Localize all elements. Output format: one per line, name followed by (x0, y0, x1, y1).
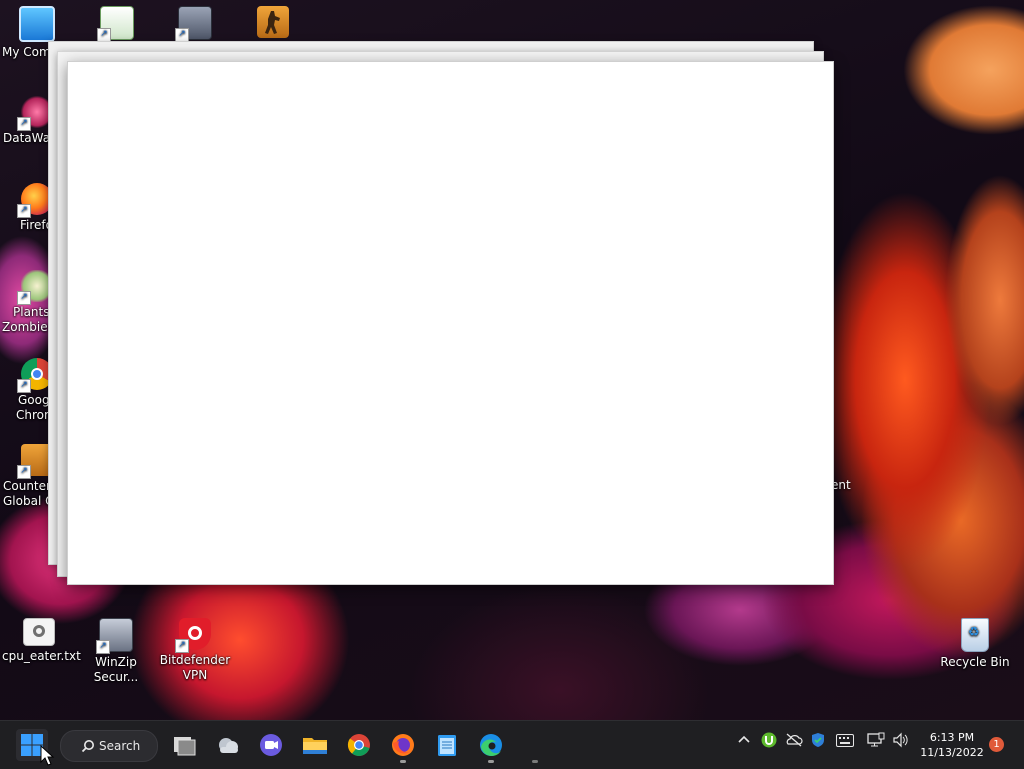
desktop-icon-label: cpu_eater.txt (2, 649, 81, 663)
task-view-icon (174, 737, 196, 756)
security-shield-icon (812, 733, 824, 747)
tray-network[interactable] (867, 732, 885, 752)
desktop-icon-bitdefender-vpn[interactable]: ↗ Bitdefender VPN (158, 618, 232, 683)
desktop-icon-counter-strike-top[interactable] (236, 6, 310, 41)
running-indicator (400, 760, 406, 763)
tray-keyboard[interactable] (836, 734, 854, 751)
tray-onedrive-offline[interactable] (785, 732, 803, 752)
shortcut-arrow-icon: ↗ (17, 465, 31, 479)
desktop-icon-text-editor[interactable]: ↗ (80, 6, 154, 43)
desktop-icon-label-line2: VPN (182, 668, 208, 682)
shortcut-arrow-icon: ↗ (17, 379, 31, 393)
shortcut-arrow-icon: ↗ (17, 117, 31, 131)
desktop-icon-label-line2: Secur... (93, 670, 139, 684)
video-chat-icon (260, 734, 282, 756)
clock-time: 6:13 PM (929, 731, 975, 744)
speaker-icon (893, 732, 908, 748)
desktop-icon-winzip[interactable]: ↗ WinZip Secur... (79, 618, 153, 685)
search-icon (81, 740, 94, 753)
notepad-taskbar-button[interactable] (431, 729, 463, 761)
archive-tool-icon: ↗ (175, 6, 212, 42)
onedrive-offline-icon (786, 733, 803, 747)
chevron-up-icon (738, 735, 750, 743)
clock-button[interactable]: 6:13 PM 11/13/2022 (918, 730, 986, 760)
desktop-icon-label: WinZip (95, 655, 137, 669)
shortcut-arrow-icon: ↗ (175, 639, 189, 653)
desktop-icon-label: Bitdefender (159, 653, 231, 667)
chat-button[interactable] (255, 729, 287, 761)
running-indicator (488, 760, 494, 763)
show-hidden-icons-button[interactable] (737, 733, 751, 751)
winzip-icon: ↗ (96, 618, 133, 654)
tray-security[interactable] (810, 732, 826, 752)
desktop-icon-recycle-bin[interactable]: ♻ Recycle Bin (938, 618, 1012, 670)
taskbar-search-button[interactable]: Search (60, 730, 158, 762)
shortcut-arrow-icon: ↗ (17, 204, 31, 218)
running-indicator (532, 760, 538, 763)
settings-file-icon (23, 618, 55, 646)
widgets-cloud-button[interactable] (212, 729, 244, 761)
firefox-icon (392, 734, 414, 756)
shortcut-arrow-icon: ↗ (97, 28, 111, 42)
taskbar: Search 6:13 PM 11/13/2022 1 (0, 720, 1024, 769)
search-label: Search (99, 739, 141, 753)
file-explorer-button[interactable] (299, 729, 331, 761)
shortcut-arrow-icon: ↗ (96, 640, 110, 654)
counter-strike-icon (257, 6, 289, 38)
desktop-icon-cpu-eater[interactable]: cpu_eater.txt (2, 618, 81, 664)
keyboard-icon (836, 734, 854, 747)
utorrent-icon (761, 732, 777, 748)
text-editor-icon: ↗ (97, 6, 134, 42)
desktop-icon-archive-tool[interactable]: ↗ (158, 6, 232, 43)
tray-utorrent[interactable] (761, 732, 777, 752)
edge-icon (480, 734, 502, 756)
folder-icon (303, 738, 327, 754)
notepad-icon (438, 735, 456, 756)
mouse-cursor-icon (40, 745, 55, 766)
firefox-taskbar-button[interactable] (387, 729, 419, 761)
network-icon (867, 732, 885, 747)
shortcut-arrow-icon: ↗ (17, 291, 31, 305)
monitor-icon (19, 6, 55, 42)
recycle-bin-icon: ♻ (961, 618, 989, 652)
bitdefender-vpn-icon: ↗ (175, 618, 211, 653)
clock-date: 11/13/2022 (920, 746, 984, 759)
chrome-icon (347, 734, 370, 756)
tray-volume[interactable] (892, 732, 910, 752)
task-view-button[interactable] (168, 729, 200, 761)
desktop-icon-label: Recycle Bin (940, 655, 1010, 669)
chrome-taskbar-button[interactable] (343, 729, 375, 761)
blank-window[interactable] (67, 61, 834, 585)
cloud-icon (219, 738, 238, 753)
shortcut-arrow-icon: ↗ (175, 28, 189, 42)
notification-badge[interactable]: 1 (989, 737, 1004, 752)
edge-taskbar-button[interactable] (475, 729, 507, 761)
